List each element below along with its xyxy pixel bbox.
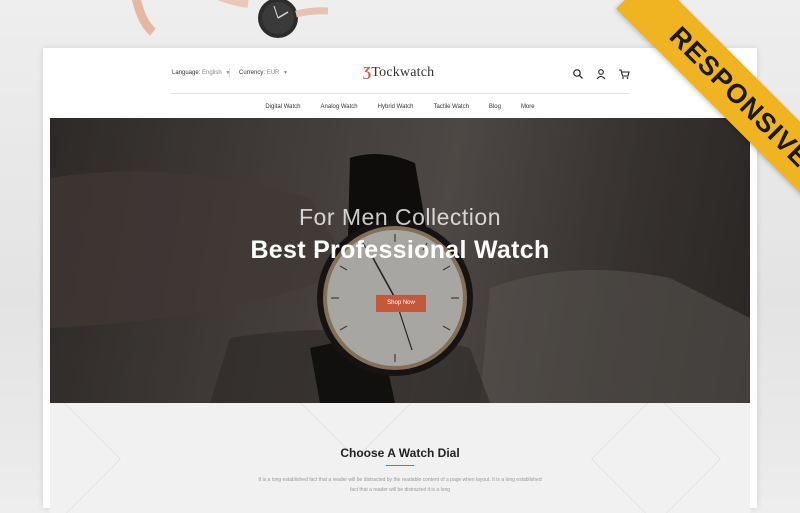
currency-label: Currency: (239, 70, 266, 76)
header-divider (171, 93, 629, 94)
nav-item-blog[interactable]: Blog (479, 100, 511, 118)
language-label: Language: (172, 70, 201, 76)
hero-title: Best Professional Watch (250, 236, 550, 264)
title-underline (386, 465, 414, 466)
divider (229, 68, 230, 78)
nav-item-more[interactable]: More (511, 100, 545, 118)
responsive-ribbon-label: RESPONSIVE (616, 0, 800, 210)
section-title: Choose A Watch Dial (340, 446, 460, 460)
responsive-ribbon: RESPONSIVE (590, 0, 800, 210)
shop-now-button[interactable]: Shop Now (376, 295, 426, 312)
nav-item-analog-watch[interactable]: Analog Watch (311, 100, 368, 118)
chevron-down-icon: ▼ (283, 70, 288, 76)
currency-selector[interactable]: Currency: EUR ▼ (239, 70, 288, 76)
currency-value: EUR (266, 70, 280, 76)
section-description: It is a long established fact that a rea… (258, 477, 542, 493)
site-logo[interactable]: ƷTockwatch (363, 65, 434, 81)
logo-text: Tockwatch (371, 65, 435, 80)
nav-item-tactile-watch[interactable]: Tactile Watch (423, 100, 478, 118)
language-value: English (202, 70, 222, 76)
nav-item-hybrid-watch[interactable]: Hybrid Watch (368, 100, 424, 118)
nav-item-digital-watch[interactable]: Digital Watch (255, 100, 310, 118)
language-selector[interactable]: Language: English ▼ (172, 70, 230, 76)
watch-dial-section: Choose A Watch Dial It is a long establi… (50, 403, 750, 513)
search-icon[interactable] (572, 68, 584, 80)
